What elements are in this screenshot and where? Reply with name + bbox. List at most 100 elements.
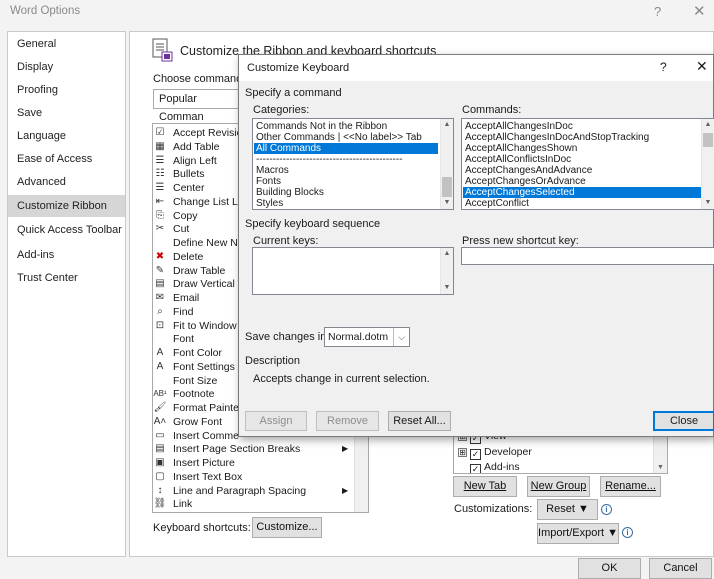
dialog-titlebar: Customize Keyboard ? ✕ bbox=[239, 55, 713, 81]
cancel-button[interactable]: Cancel bbox=[649, 558, 712, 579]
help-icon[interactable]: ? bbox=[654, 4, 661, 19]
nav-item-advanced[interactable]: Advanced bbox=[8, 171, 125, 193]
align-left-icon: ☰ bbox=[155, 155, 165, 166]
nav-item-save[interactable]: Save bbox=[8, 102, 125, 124]
window-title: Word Options bbox=[10, 5, 81, 17]
list-item-selected[interactable]: All Commands bbox=[254, 143, 438, 154]
current-keys-scrollbar[interactable]: ▲ ▼ bbox=[440, 248, 453, 294]
scroll-up-icon[interactable]: ▲ bbox=[441, 248, 453, 260]
nav-item-ease-of-access[interactable]: Ease of Access bbox=[8, 148, 125, 170]
list-item[interactable]: AcceptConflict bbox=[463, 198, 701, 209]
list-item[interactable]: AcceptChangesAndAdvance bbox=[463, 165, 701, 176]
rename-button[interactable]: Rename... bbox=[600, 476, 661, 497]
delete-icon: ✖ bbox=[155, 251, 165, 262]
list-item[interactable]: Other Commands | <<No label>> Tab bbox=[254, 132, 438, 143]
new-shortcut-input[interactable] bbox=[461, 247, 714, 265]
grow-font-icon: A˄ bbox=[153, 416, 167, 427]
tree-item-add-ins[interactable]: ✓ Add-ins bbox=[470, 460, 520, 473]
checkbox-checked-icon[interactable]: ✓ bbox=[470, 449, 481, 460]
keyboard-shortcuts-label: Keyboard shortcuts: bbox=[153, 522, 251, 534]
copy-icon: ⎘ bbox=[156, 210, 164, 221]
reset-button[interactable]: Reset ▼ bbox=[537, 499, 598, 520]
scroll-up-icon[interactable]: ▲ bbox=[702, 119, 714, 131]
customize-keyboard-dialog: Customize Keyboard ? ✕ Specify a command… bbox=[238, 54, 714, 437]
insert-text-box-icon: ▢ bbox=[155, 471, 165, 482]
assign-button[interactable]: Assign bbox=[245, 411, 307, 431]
scroll-down-icon[interactable]: ▼ bbox=[657, 464, 664, 471]
scroll-down-icon[interactable]: ▼ bbox=[702, 197, 714, 209]
scrollbar-thumb[interactable] bbox=[703, 133, 713, 147]
choose-commands-select[interactable]: Popular Comman bbox=[153, 89, 243, 123]
draw-table-icon: ✎ bbox=[155, 265, 165, 276]
center-icon: ☰ bbox=[155, 182, 165, 193]
nav-item-general[interactable]: General bbox=[8, 33, 125, 55]
list-item[interactable]: AcceptAllConflictsInDoc bbox=[463, 154, 701, 165]
nav-item-language[interactable]: Language bbox=[8, 125, 125, 147]
scroll-up-icon[interactable]: ▲ bbox=[441, 119, 453, 131]
list-item[interactable]: AcceptAllChangesInDoc bbox=[463, 121, 701, 132]
scroll-down-icon[interactable]: ▼ bbox=[441, 282, 453, 294]
customize-button[interactable]: Customize... bbox=[252, 517, 322, 538]
submenu-arrow-icon: ▶ bbox=[342, 486, 349, 495]
list-item[interactable]: AcceptAllChangesInDocAndStopTracking bbox=[463, 132, 701, 143]
find-icon: ⌕ bbox=[157, 306, 163, 317]
fit-to-window-icon: ⊡ bbox=[155, 320, 165, 331]
list-item[interactable]: Fonts bbox=[254, 176, 438, 187]
expand-icon[interactable]: ⊞ bbox=[458, 448, 467, 457]
current-keys-label: Current keys: bbox=[253, 235, 319, 247]
close-button[interactable]: Close bbox=[653, 411, 714, 431]
font-color-icon: A bbox=[156, 347, 164, 358]
current-keys-list[interactable]: ▲ ▼ bbox=[252, 247, 454, 295]
info-icon: i bbox=[622, 527, 633, 538]
list-item[interactable]: AcceptChangesOrAdvance bbox=[463, 176, 701, 187]
format-painter-icon: 🖌 bbox=[153, 402, 167, 413]
scroll-down-icon[interactable]: ▼ bbox=[441, 197, 453, 209]
remove-button[interactable]: Remove bbox=[316, 411, 379, 431]
import-export-button[interactable]: Import/Export ▼ bbox=[537, 523, 619, 544]
categories-list[interactable]: Commands Not in the Ribbon Other Command… bbox=[252, 118, 454, 210]
font-settings-icon: A bbox=[156, 361, 164, 372]
list-item[interactable]: Styles bbox=[254, 198, 438, 209]
cut-icon: ✂ bbox=[155, 223, 165, 234]
ok-button[interactable]: OK bbox=[578, 558, 641, 579]
list-item[interactable]: Commands Not in the Ribbon bbox=[254, 121, 438, 132]
accept-revision-icon: ☑ bbox=[155, 127, 165, 138]
nav-item-customize-ribbon[interactable]: Customize Ribbon bbox=[8, 195, 125, 217]
description-heading: Description bbox=[245, 355, 301, 367]
close-icon[interactable]: ✕ bbox=[693, 2, 706, 20]
footnote-icon: AB¹ bbox=[153, 389, 167, 398]
nav-item-proofing[interactable]: Proofing bbox=[8, 79, 125, 101]
save-changes-select[interactable]: Normal.dotm ⌵ bbox=[324, 327, 410, 347]
nav-item-trust-center[interactable]: Trust Center bbox=[8, 267, 125, 289]
submenu-arrow-icon: ▶ bbox=[342, 444, 349, 453]
add-table-icon: ▦ bbox=[155, 141, 165, 152]
nav-item-add-ins[interactable]: Add-ins bbox=[8, 244, 125, 266]
categories-scrollbar[interactable]: ▲ ▼ bbox=[440, 119, 453, 209]
categories-label: Categories: bbox=[253, 104, 310, 116]
list-item[interactable]: AcceptAllChangesShown bbox=[463, 143, 701, 154]
insert-page-section-breaks-icon: ▤ bbox=[155, 443, 165, 454]
close-icon[interactable]: ✕ bbox=[696, 58, 708, 75]
list-item-selected[interactable]: AcceptChangesSelected bbox=[463, 187, 701, 198]
commands-label: Commands: bbox=[462, 104, 522, 116]
chevron-down-icon[interactable]: ⌵ bbox=[393, 328, 409, 346]
change-list-level-icon: ⇤ bbox=[155, 196, 165, 207]
tree-item-developer[interactable]: ⊞ ✓ Developer bbox=[458, 445, 532, 460]
help-icon[interactable]: ? bbox=[660, 60, 667, 74]
list-separator: ----------------------------------------… bbox=[256, 154, 403, 165]
nav-item-quick-access-toolbar[interactable]: Quick Access Toolbar bbox=[8, 219, 125, 241]
scrollbar-thumb[interactable] bbox=[442, 177, 452, 197]
email-icon: ✉ bbox=[155, 292, 165, 303]
commands-scrollbar[interactable]: ▲ ▼ bbox=[701, 119, 714, 209]
customize-ribbon-icon bbox=[152, 38, 173, 62]
nav-item-display[interactable]: Display bbox=[8, 56, 125, 78]
list-item[interactable]: Macros bbox=[254, 165, 438, 176]
reset-all-button[interactable]: Reset All... bbox=[388, 411, 451, 431]
dialog-title: Customize Keyboard bbox=[247, 62, 350, 74]
commands-list[interactable]: AcceptAllChangesInDoc AcceptAllChangesIn… bbox=[461, 118, 714, 210]
checkbox-checked-icon[interactable]: ✓ bbox=[470, 464, 481, 473]
list-item[interactable]: Building Blocks bbox=[254, 187, 438, 198]
new-tab-button[interactable]: New Tab bbox=[453, 476, 517, 497]
specify-command-heading: Specify a command bbox=[245, 87, 342, 99]
new-group-button[interactable]: New Group bbox=[527, 476, 590, 497]
